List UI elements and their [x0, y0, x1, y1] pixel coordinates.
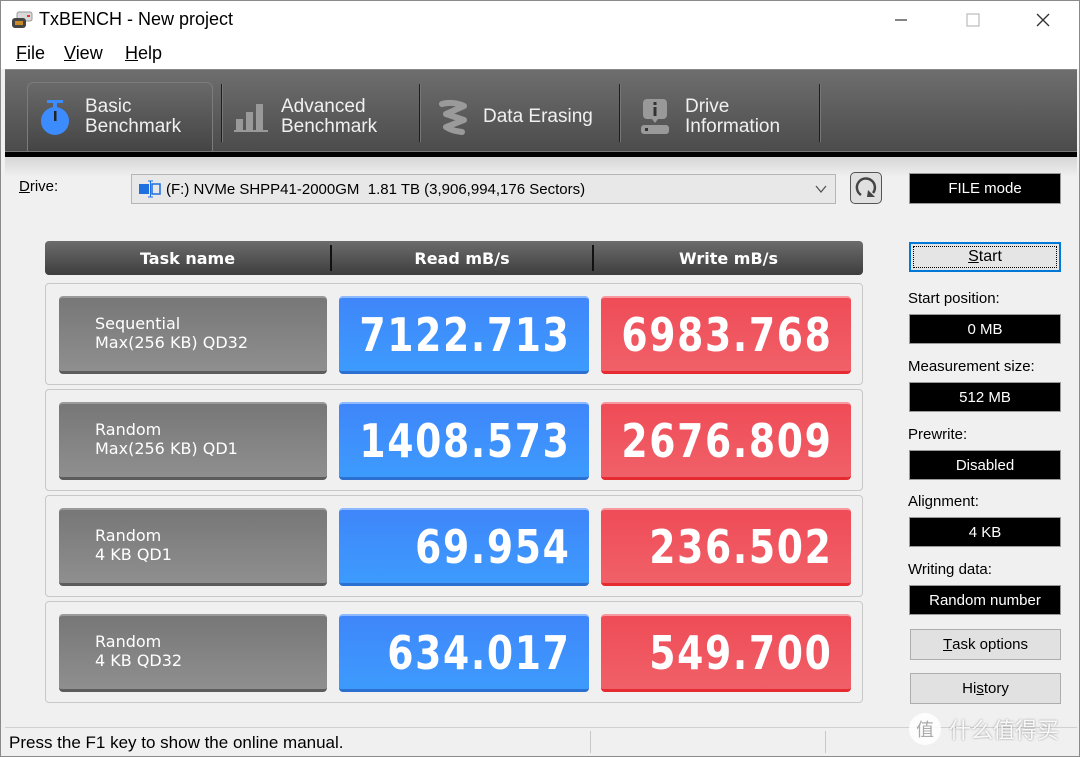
minimize-button[interactable] — [871, 1, 931, 39]
status-text: Press the F1 key to show the online manu… — [9, 733, 344, 752]
menu-help-accel: H — [125, 43, 138, 63]
read-result: 1408.573 — [339, 402, 589, 480]
tab-basic-benchmark-label: Basic Benchmark — [85, 96, 182, 137]
menu-file-accel: F — [16, 43, 27, 63]
close-button[interactable] — [1013, 1, 1073, 39]
writing-data-label: Writing data: — [908, 561, 992, 578]
alignment-label: Alignment: — [908, 493, 979, 510]
menu-file-label: ile — [27, 43, 46, 63]
bar-chart-icon — [231, 97, 271, 137]
app-icon — [12, 11, 33, 28]
read-result: 634.017 — [339, 614, 589, 692]
stopwatch-icon — [35, 97, 75, 137]
start-position-value[interactable]: 0 MB — [909, 314, 1061, 344]
tab-drive-information-label: Drive Information — [685, 96, 781, 137]
history-button[interactable]: Hi s tory — [910, 673, 1061, 704]
menu-view-label: iew — [75, 43, 103, 63]
task-button-rnd-4k-qd32[interactable]: Random 4 KB QD32 — [59, 614, 327, 692]
prewrite-label: Prewrite: — [908, 426, 968, 443]
main-toolbar: Basic Benchmark Advanced Benchmark Data Er… — [5, 69, 1077, 155]
menu-file[interactable]: File — [16, 43, 45, 64]
task-button-seq-qd32[interactable]: Sequential Max(256 KB) QD32 — [59, 296, 327, 374]
tab-separator — [419, 84, 421, 142]
drive-label: Drive: — [19, 178, 59, 195]
watermark-text: 什么值得买 — [949, 718, 1060, 743]
header-read: Read mB/s — [414, 248, 510, 268]
menu-view[interactable]: View — [64, 43, 103, 64]
task-button-rnd-max-qd1[interactable]: Random Max(256 KB) QD1 — [59, 402, 327, 480]
header-task-name: Task name — [139, 248, 236, 268]
maximize-icon — [966, 13, 980, 27]
table-row: Random 4 KB QD1 69.954 236.502 — [45, 495, 863, 597]
measurement-size-value[interactable]: 512 MB — [909, 382, 1061, 412]
tab-advanced-benchmark[interactable]: Advanced Benchmark — [231, 82, 421, 152]
table-row: Sequential Max(256 KB) QD32 7122.713 6983… — [45, 283, 863, 385]
menu-help[interactable]: Help — [125, 43, 162, 64]
minimize-icon — [895, 19, 907, 21]
drive-info-icon — [635, 97, 675, 137]
alignment-value[interactable]: 4 KB — [909, 517, 1061, 547]
tab-data-erasing[interactable]: Data Erasing — [433, 82, 623, 152]
status-separator — [590, 731, 591, 753]
drive-select-value: (F:) NVMe SHPP41-2000GM 1.81 TB (3,906,9… — [166, 180, 586, 198]
tab-drive-information[interactable]: Drive Information — [635, 82, 825, 152]
mode-indicator: FILE mode — [909, 173, 1061, 204]
menu-view-accel: V — [64, 43, 76, 63]
read-result: 7122.713 — [339, 296, 589, 374]
task-options-button[interactable]: Task options — [910, 629, 1061, 660]
window-title: TxBENCH - New project — [39, 9, 234, 29]
write-result: 2676.809 — [601, 402, 851, 480]
drive-icon — [139, 180, 161, 198]
header-write: Write mB/s — [678, 248, 779, 268]
tab-advanced-benchmark-label: Advanced Benchmark — [281, 96, 378, 137]
start-button[interactable]: Start — [909, 242, 1061, 272]
eraser-spring-icon — [433, 97, 473, 137]
table-row: Random 4 KB QD32 634.017 549.700 — [45, 601, 863, 703]
results-table-header: Task name Read mB/s Write mB/s — [45, 241, 863, 275]
tab-separator — [819, 84, 821, 142]
tab-data-erasing-label: Data Erasing — [483, 106, 593, 127]
watermark: 值 什么值得买 — [909, 713, 1059, 745]
refresh-icon — [855, 177, 877, 197]
table-row: Random Max(256 KB) QD1 1408.573 2676.809 — [45, 389, 863, 491]
write-result: 236.502 — [601, 508, 851, 586]
app-window: TxBENCH - New project File View Help Bas… — [0, 0, 1080, 757]
title-bar: TxBENCH - New project — [1, 1, 1079, 39]
writing-data-value[interactable]: Random number — [909, 585, 1061, 615]
prewrite-value[interactable]: Disabled — [909, 450, 1061, 480]
drive-select[interactable]: (F:) NVMe SHPP41-2000GM 1.81 TB (3,906,9… — [131, 174, 836, 204]
start-position-label: Start position: — [908, 290, 1000, 307]
refresh-drive-button[interactable] — [850, 172, 882, 204]
tab-separator — [221, 84, 223, 142]
read-result: 69.954 — [339, 508, 589, 586]
maximize-button[interactable] — [943, 1, 1003, 39]
menu-bar: File View Help — [1, 39, 1079, 69]
watermark-logo-icon: 值 — [909, 713, 941, 745]
task-button-rnd-4k-qd1[interactable]: Random 4 KB QD1 — [59, 508, 327, 586]
status-separator — [825, 731, 826, 753]
chevron-down-icon — [815, 185, 827, 194]
tab-basic-benchmark[interactable]: Basic Benchmark — [27, 82, 213, 152]
close-icon — [1036, 13, 1050, 27]
tab-separator — [619, 84, 621, 142]
menu-help-label: elp — [138, 43, 163, 63]
measurement-size-label: Measurement size: — [908, 358, 1035, 375]
write-result: 6983.768 — [601, 296, 851, 374]
write-result: 549.700 — [601, 614, 851, 692]
